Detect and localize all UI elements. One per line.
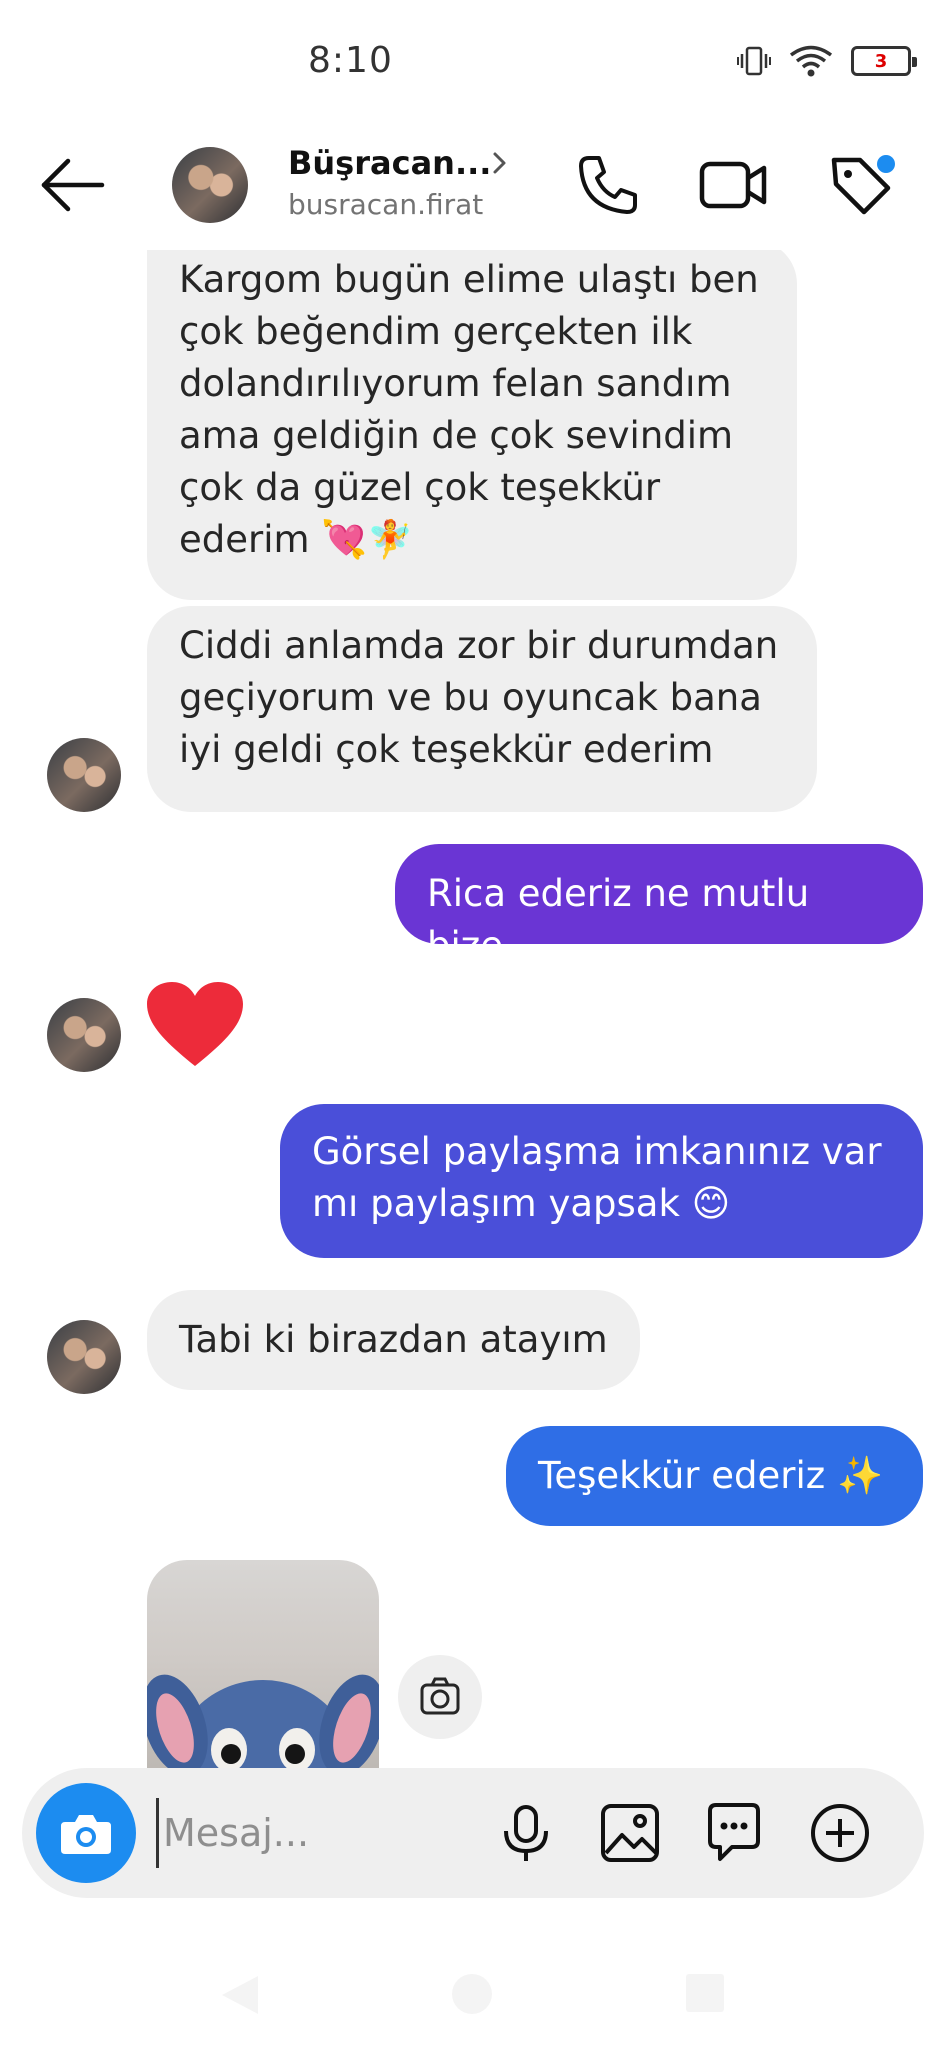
message-composer <box>22 1768 924 1898</box>
incoming-message[interactable]: Ciddi anlamda zor bir durumdan geçiyorum… <box>147 606 817 812</box>
chat-header: Büşracan... busracan.firat <box>0 130 945 250</box>
chevron-right-icon[interactable] <box>490 148 510 178</box>
sender-avatar[interactable] <box>47 738 121 812</box>
nav-recents-icon[interactable] <box>684 1972 726 2014</box>
microphone-icon[interactable] <box>494 1801 558 1865</box>
outgoing-message[interactable]: Teşekkür ederiz ✨ <box>506 1426 923 1526</box>
sender-avatar[interactable] <box>47 998 121 1072</box>
battery-icon: 3 <box>851 46 917 76</box>
sticker-chat-icon[interactable] <box>702 1801 766 1865</box>
heart-icon[interactable] <box>145 980 245 1070</box>
battery-level: 3 <box>874 50 888 72</box>
sender-avatar[interactable] <box>47 1320 121 1394</box>
phone-icon[interactable] <box>575 152 641 218</box>
status-time: 8:10 <box>308 40 393 81</box>
status-bar: 8:10 3 <box>0 0 945 120</box>
wifi-icon <box>789 45 833 77</box>
status-icons: 3 <box>737 44 917 78</box>
incoming-message[interactable]: Tabi ki birazdan atayım <box>147 1290 640 1390</box>
contact-avatar[interactable] <box>172 147 248 223</box>
contact-username[interactable]: busracan.firat <box>288 188 491 221</box>
share-photo-button[interactable] <box>398 1655 482 1739</box>
camera-button[interactable] <box>36 1783 136 1883</box>
contact-title[interactable]: Büşracan... busracan.firat <box>288 144 491 221</box>
tag-icon[interactable] <box>826 150 898 220</box>
add-icon[interactable] <box>808 1801 872 1865</box>
nav-back-icon[interactable] <box>218 1972 262 2018</box>
outgoing-message[interactable]: Görsel paylaşma imkanınız var mı paylaşı… <box>280 1104 923 1258</box>
back-arrow-icon[interactable] <box>40 155 106 215</box>
camera-icon <box>61 1815 111 1854</box>
plush-toy-image <box>147 1674 379 1770</box>
chat-thread[interactable]: Kargom bugün elime ulaştı ben çok beğend… <box>0 250 945 1770</box>
incoming-message[interactable]: Kargom bugün elime ulaştı ben çok beğend… <box>147 250 797 600</box>
message-input[interactable] <box>156 1798 486 1868</box>
camera-outline-icon <box>420 1677 460 1715</box>
gallery-icon[interactable] <box>598 1801 662 1865</box>
contact-name[interactable]: Büşracan... <box>288 144 491 182</box>
outgoing-message[interactable]: Rica ederiz ne mutlu bize <box>395 844 923 967</box>
vibrate-icon <box>737 46 771 76</box>
nav-home-icon[interactable] <box>450 1972 494 2016</box>
video-call-icon[interactable] <box>698 154 770 214</box>
photo-message[interactable] <box>147 1560 379 1770</box>
system-nav-bar <box>0 1930 945 2048</box>
